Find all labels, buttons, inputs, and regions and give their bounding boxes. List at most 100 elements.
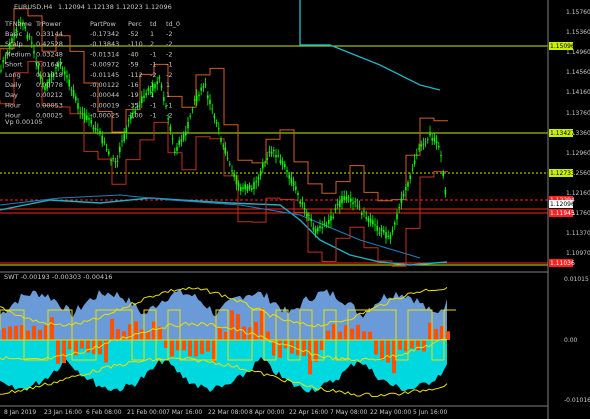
candle-body bbox=[398, 206, 400, 208]
orange-spike bbox=[416, 340, 420, 351]
orange-spike bbox=[116, 329, 120, 340]
candle-body bbox=[57, 63, 59, 68]
candle-body bbox=[438, 146, 440, 148]
candle-body bbox=[167, 118, 169, 120]
candle-body bbox=[246, 186, 249, 191]
candle-body bbox=[396, 213, 398, 220]
candle-body bbox=[180, 139, 183, 142]
candle-body bbox=[264, 164, 266, 166]
candle-body bbox=[220, 138, 222, 142]
orange-spike bbox=[218, 327, 222, 340]
candle-body bbox=[257, 177, 260, 180]
candle-body bbox=[81, 113, 84, 115]
candle-body bbox=[193, 99, 196, 101]
candle-body bbox=[31, 42, 33, 44]
candle-body bbox=[339, 200, 341, 208]
candle-body bbox=[125, 128, 128, 134]
candle-body bbox=[79, 111, 81, 113]
candle-body bbox=[361, 212, 363, 215]
candle-body bbox=[198, 94, 200, 97]
candle-body bbox=[44, 86, 46, 91]
orange-spike bbox=[410, 340, 414, 349]
candle-body bbox=[279, 160, 282, 163]
candle-body bbox=[222, 145, 224, 147]
candle-body bbox=[26, 34, 29, 39]
candle-body bbox=[268, 151, 271, 153]
main-chart-svg[interactable] bbox=[0, 0, 590, 419]
candle-body bbox=[253, 181, 255, 189]
orange-spike bbox=[200, 340, 204, 354]
candle-body bbox=[143, 95, 145, 99]
orange-spike bbox=[44, 325, 48, 340]
candle-body bbox=[358, 206, 361, 208]
candle-body bbox=[92, 127, 95, 129]
candle-body bbox=[347, 197, 350, 199]
candle-body bbox=[169, 126, 172, 131]
candle-body bbox=[189, 115, 191, 117]
candle-body bbox=[372, 220, 374, 225]
orange-spike bbox=[356, 324, 360, 340]
orange-spike bbox=[362, 331, 366, 340]
candle-body bbox=[37, 65, 40, 70]
orange-spike bbox=[122, 331, 126, 340]
candle-body bbox=[424, 141, 427, 143]
orange-spike bbox=[434, 329, 438, 340]
candle-body bbox=[405, 186, 407, 191]
orange-spike bbox=[188, 340, 192, 357]
candle-body bbox=[132, 112, 134, 114]
candle-body bbox=[97, 129, 99, 131]
candle-body bbox=[152, 83, 154, 92]
candle-body bbox=[242, 187, 244, 190]
candle-body bbox=[147, 87, 150, 92]
orange-spike bbox=[386, 340, 390, 363]
candle-body bbox=[13, 33, 15, 37]
candle-body bbox=[383, 230, 385, 233]
candle-body bbox=[308, 214, 310, 216]
candle-body bbox=[444, 189, 447, 195]
candle-body bbox=[53, 73, 55, 76]
candle-body bbox=[255, 181, 257, 183]
candle-body bbox=[211, 108, 213, 110]
candle-body bbox=[394, 222, 396, 225]
candle-body bbox=[299, 201, 301, 204]
candle-body bbox=[136, 106, 139, 108]
candle-body bbox=[301, 202, 304, 205]
candle-body bbox=[418, 148, 420, 150]
candle-body bbox=[209, 99, 211, 105]
candle-body bbox=[354, 201, 356, 203]
candle-body bbox=[336, 203, 339, 206]
candle-body bbox=[218, 128, 220, 130]
orange-spike bbox=[182, 340, 186, 351]
candle-body bbox=[174, 151, 176, 153]
candle-body bbox=[35, 62, 37, 64]
candle-body bbox=[6, 52, 9, 54]
orange-spike bbox=[2, 328, 6, 340]
candle-body bbox=[17, 21, 20, 24]
candle-body bbox=[341, 196, 343, 204]
candle-body bbox=[387, 235, 389, 237]
candle-body bbox=[367, 218, 370, 222]
candle-body bbox=[391, 230, 394, 232]
candle-body bbox=[42, 83, 44, 85]
candle-body bbox=[420, 144, 422, 147]
candle-body bbox=[310, 218, 312, 222]
orange-spike bbox=[368, 331, 372, 340]
candle-body bbox=[343, 196, 345, 201]
orange-spike bbox=[110, 318, 114, 340]
chart-window[interactable]: EURUSD,H4 1.12094 1.12138 1.12023 1.1209… bbox=[0, 0, 590, 419]
candle-body bbox=[356, 205, 359, 207]
candle-body bbox=[196, 95, 198, 102]
candle-body bbox=[86, 115, 88, 121]
candle-body bbox=[182, 134, 185, 140]
candle-body bbox=[145, 93, 147, 96]
candle-body bbox=[83, 113, 86, 120]
candle-body bbox=[24, 26, 26, 29]
orange-spike bbox=[296, 340, 300, 356]
candle-body bbox=[20, 22, 22, 25]
candle-body bbox=[277, 155, 279, 157]
candle-body bbox=[402, 193, 405, 197]
candle-body bbox=[215, 122, 218, 124]
candle-body bbox=[422, 143, 425, 145]
candle-body bbox=[141, 96, 143, 104]
orange-spike bbox=[404, 340, 408, 352]
